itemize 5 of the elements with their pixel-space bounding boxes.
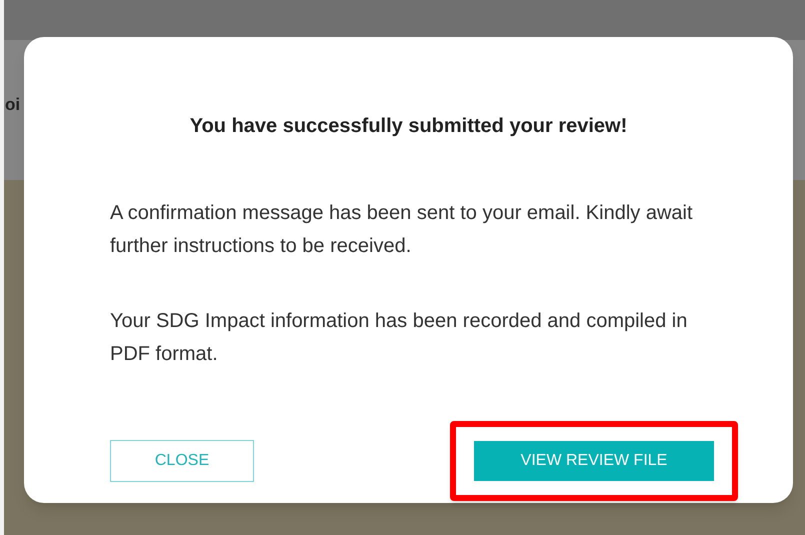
dialog-message: Your SDG Impact information has been recorded and compiled in PDF format. bbox=[110, 309, 688, 367]
dialog-title: You have successfully submitted your review! bbox=[188, 114, 628, 139]
view-file-button[interactable]: VIEW REVIEW FILE bbox=[474, 441, 714, 481]
dialog-message: A confirmation message has been sent to your email. Kindly await further instructions to be received. bbox=[110, 201, 694, 259]
close-button[interactable]: CLOSE bbox=[110, 440, 254, 482]
